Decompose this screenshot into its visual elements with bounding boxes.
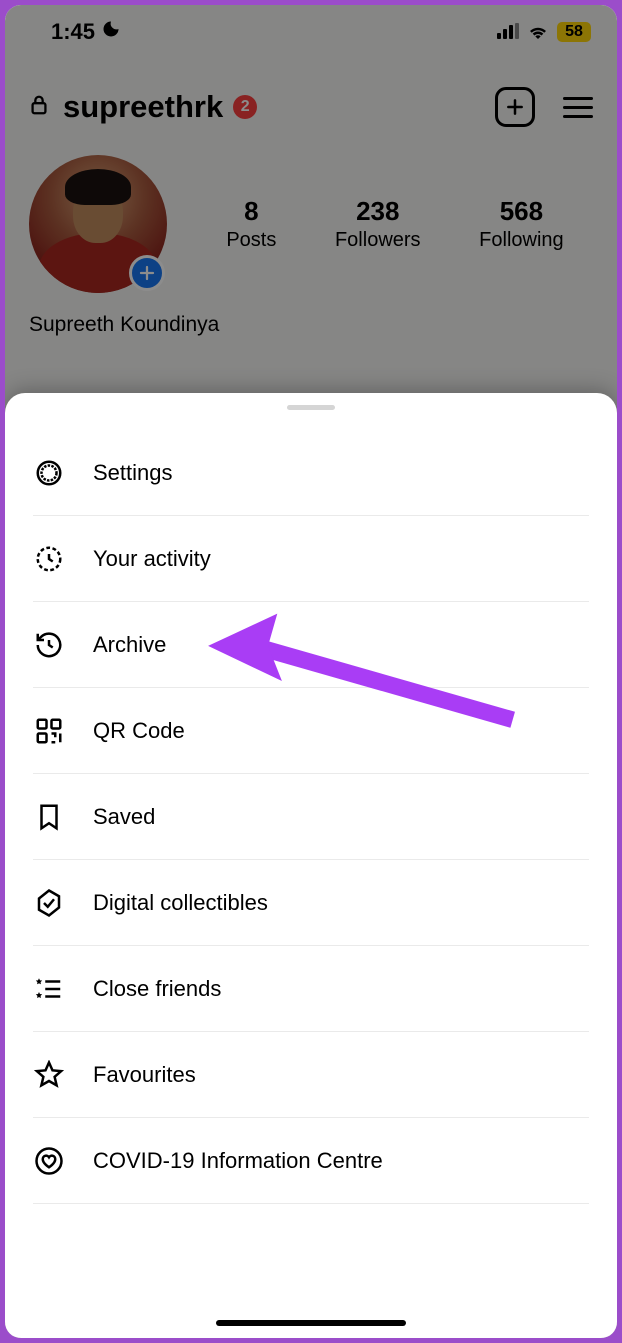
posts-label: Posts	[226, 229, 276, 252]
posts-count: 8	[226, 196, 276, 227]
battery-indicator: 58	[557, 22, 591, 42]
status-time: 1:45	[51, 19, 95, 45]
list-star-icon	[33, 973, 65, 1005]
menu-label: Your activity	[93, 546, 211, 572]
archive-icon	[33, 629, 65, 661]
bookmark-icon	[33, 801, 65, 833]
following-count: 568	[479, 196, 563, 227]
qr-icon	[33, 715, 65, 747]
menu-activity[interactable]: Your activity	[33, 516, 589, 602]
dnd-icon	[101, 19, 121, 45]
settings-icon	[33, 457, 65, 489]
stat-following[interactable]: 568 Following	[479, 196, 563, 252]
notification-badge: 2	[233, 95, 257, 119]
wifi-icon	[527, 19, 549, 45]
following-label: Following	[479, 229, 563, 252]
avatar[interactable]	[29, 155, 167, 293]
menu-label: Archive	[93, 632, 166, 658]
menu-label: COVID-19 Information Centre	[93, 1148, 383, 1174]
menu-qr[interactable]: QR Code	[33, 688, 589, 774]
lock-icon	[29, 94, 49, 121]
profile-header: supreethrk 2	[5, 51, 617, 137]
menu-label: Close friends	[93, 976, 221, 1002]
menu-label: QR Code	[93, 718, 185, 744]
followers-count: 238	[335, 196, 421, 227]
menu-label: Favourites	[93, 1062, 196, 1088]
display-name: Supreeth Koundinya	[5, 305, 617, 345]
cellular-icon	[497, 19, 519, 45]
username[interactable]: supreethrk	[63, 89, 223, 125]
sheet-grabber[interactable]	[287, 405, 335, 410]
home-indicator[interactable]	[216, 1320, 406, 1326]
menu-favourites[interactable]: Favourites	[33, 1032, 589, 1118]
stat-posts[interactable]: 8 Posts	[226, 196, 276, 252]
menu-saved[interactable]: Saved	[33, 774, 589, 860]
menu-label: Saved	[93, 804, 155, 830]
menu-covid[interactable]: COVID-19 Information Centre	[33, 1118, 589, 1204]
menu-label: Settings	[93, 460, 173, 486]
stat-followers[interactable]: 238 Followers	[335, 196, 421, 252]
menu-archive[interactable]: Archive	[33, 602, 589, 688]
menu-label: Digital collectibles	[93, 890, 268, 916]
hexagon-check-icon	[33, 887, 65, 919]
menu-button[interactable]	[563, 97, 593, 118]
create-button[interactable]	[495, 87, 535, 127]
menu-sheet: Settings Your activity Archive	[5, 393, 617, 1338]
add-story-button[interactable]	[129, 255, 165, 291]
status-bar: 1:45 58	[5, 5, 617, 51]
heart-circle-icon	[33, 1145, 65, 1177]
menu-collectibles[interactable]: Digital collectibles	[33, 860, 589, 946]
menu-close-friends[interactable]: Close friends	[33, 946, 589, 1032]
star-icon	[33, 1059, 65, 1091]
followers-label: Followers	[335, 229, 421, 252]
menu-settings[interactable]: Settings	[33, 430, 589, 516]
activity-icon	[33, 543, 65, 575]
